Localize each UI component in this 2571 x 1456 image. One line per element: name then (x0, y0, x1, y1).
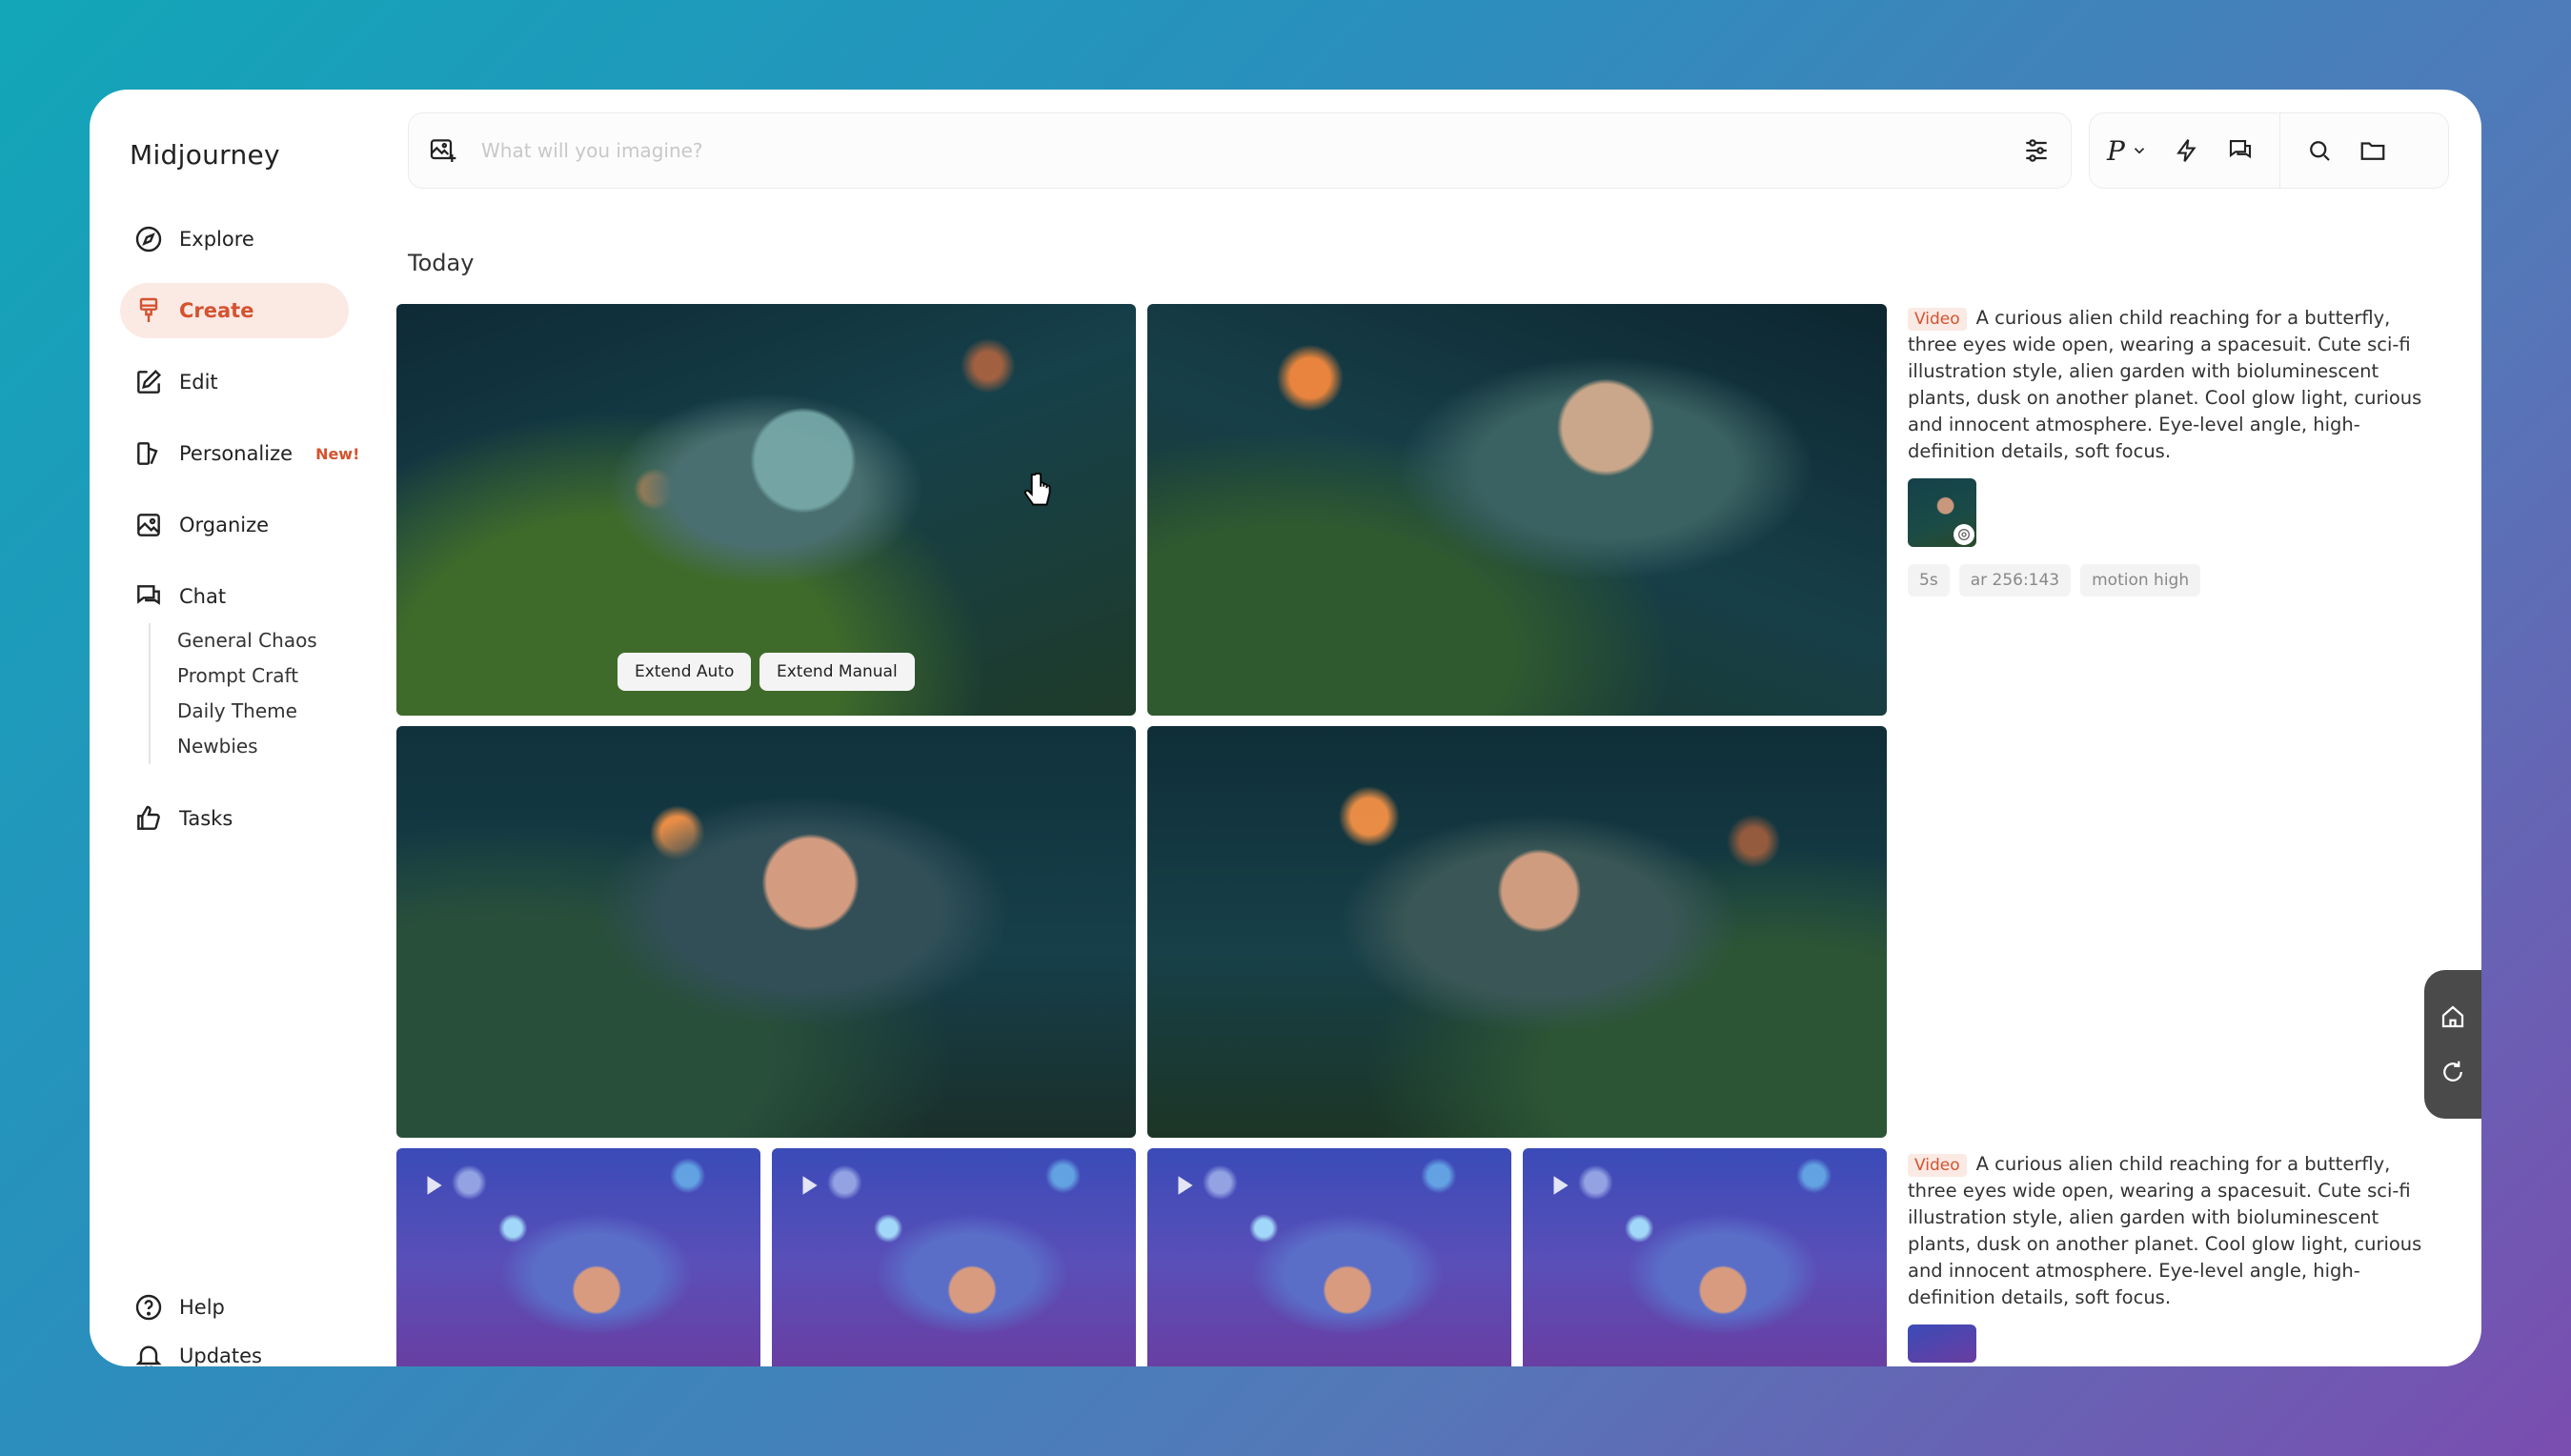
app-window: Midjourney Explore Create Edit Personali… (90, 90, 2481, 1366)
sidebar-item-label: Chat (179, 585, 227, 608)
fast-mode-button[interactable] (2173, 136, 2201, 165)
lightning-icon (2176, 139, 2196, 162)
sidebar-item-label: Help (179, 1296, 225, 1319)
source-image-thumbnail[interactable] (1908, 1325, 1976, 1363)
param-chip[interactable]: motion high (2080, 564, 2201, 597)
extend-manual-button[interactable]: Extend Manual (759, 653, 915, 691)
play-icon (802, 1176, 818, 1195)
video-tag: Video (1908, 1154, 1967, 1177)
video-result-2[interactable] (772, 1148, 1136, 1366)
chat-channel-daily-theme[interactable]: Daily Theme (177, 694, 317, 729)
sidebar-item-explore[interactable]: Explore (120, 212, 349, 267)
video-result-4[interactable] (1523, 1148, 1887, 1366)
personalize-icon (137, 442, 158, 465)
play-icon (1178, 1176, 1193, 1195)
sidebar-item-chat[interactable]: Chat (120, 569, 349, 624)
play-icon (427, 1176, 442, 1195)
bell-icon (135, 1345, 162, 1366)
sidebar-item-personalize[interactable]: Personalize New! (120, 426, 359, 481)
prompt-text: A curious alien child reaching for a but… (1908, 1153, 2422, 1308)
job-parameters: 5s ar 256:143 motion high (1908, 564, 2441, 597)
sidebar-item-label: Edit (179, 371, 218, 394)
sidebar-item-help[interactable]: Help (120, 1280, 349, 1335)
sidebar-item-label: Personalize (179, 442, 294, 465)
param-chip[interactable]: ar 256:143 (1958, 564, 2072, 597)
edit-icon (137, 369, 162, 394)
play-icon (1553, 1176, 1569, 1195)
result-image-1[interactable]: Extend Auto Extend Manual (396, 304, 1136, 716)
job-prompt[interactable]: Video A curious alien child reaching for … (1908, 1151, 2441, 1311)
job-details-1: Video A curious alien child reaching for … (1908, 305, 2441, 597)
refresh-icon[interactable] (2439, 1058, 2467, 1086)
help-icon (135, 1294, 162, 1321)
new-badge: New! (315, 444, 360, 463)
personalization-p-icon: P (2107, 134, 2125, 167)
job-prompt[interactable]: Video A curious alien child reaching for … (1908, 305, 2441, 465)
sidebar-item-edit[interactable]: Edit (120, 354, 349, 410)
sidebar-item-label: Tasks (179, 807, 233, 830)
search-button[interactable] (2305, 136, 2334, 165)
personalization-dropdown[interactable]: P (2107, 135, 2148, 167)
sidebar-item-tasks[interactable]: Tasks (120, 791, 349, 846)
result-image-2[interactable] (1147, 304, 1887, 716)
source-image-thumbnail[interactable] (1908, 478, 1976, 547)
param-chip[interactable]: 5s (1908, 564, 1950, 597)
toolbar-divider (2278, 112, 2280, 189)
chat-channel-general-chaos[interactable]: General Chaos (177, 623, 317, 658)
chat-channel-prompt-craft[interactable]: Prompt Craft (177, 658, 317, 694)
sidebar: Midjourney Explore Create Edit Personali… (90, 90, 375, 1366)
job-details-2: Video A curious alien child reaching for … (1908, 1151, 2441, 1363)
sidebar-item-label: Create (179, 299, 254, 322)
add-image-icon[interactable] (428, 135, 458, 166)
chat-channel-list: General Chaos Prompt Craft Daily Theme N… (149, 623, 317, 764)
result-image-3[interactable] (396, 726, 1136, 1138)
sidebar-item-create[interactable]: Create (120, 283, 349, 338)
chevron-down-icon (2134, 148, 2144, 154)
compass-icon (135, 226, 162, 253)
settings-sliders-icon[interactable] (2021, 135, 2052, 166)
section-title: Today (408, 250, 475, 276)
image-icon (137, 514, 160, 536)
chat-icon (137, 585, 160, 605)
thumbs-up-icon (137, 805, 160, 830)
sidebar-item-organize[interactable]: Organize (120, 497, 349, 553)
chat-channel-newbies[interactable]: Newbies (177, 729, 317, 764)
target-icon (1958, 529, 1970, 540)
sidebar-item-label: Organize (179, 514, 270, 536)
hand-cursor-icon (1024, 473, 1051, 506)
imagine-input[interactable] (481, 139, 2021, 162)
chat-bubbles-icon (2229, 139, 2251, 159)
video-result-1[interactable] (396, 1148, 760, 1366)
folder-icon (2360, 142, 2385, 160)
result-image-4[interactable] (1147, 726, 1887, 1138)
home-icon[interactable] (2439, 1002, 2467, 1031)
sidebar-item-label: Explore (179, 228, 254, 251)
sidebar-item-updates[interactable]: Updates (120, 1328, 349, 1366)
video-tag: Video (1908, 308, 1967, 331)
search-icon (2309, 141, 2330, 161)
top-toolbar: P (2089, 112, 2449, 189)
floating-side-panel (2424, 970, 2481, 1119)
extend-auto-button[interactable]: Extend Auto (617, 653, 752, 691)
thumbnail-badge (1954, 524, 1974, 545)
folder-button[interactable] (2358, 136, 2387, 165)
imagine-bar (408, 112, 2072, 189)
chat-mode-button[interactable] (2226, 136, 2255, 165)
app-logo[interactable]: Midjourney (130, 139, 280, 171)
sidebar-item-label: Updates (179, 1345, 262, 1366)
video-result-3[interactable] (1147, 1148, 1511, 1366)
prompt-text: A curious alien child reaching for a but… (1908, 307, 2422, 462)
brush-icon (139, 297, 158, 322)
